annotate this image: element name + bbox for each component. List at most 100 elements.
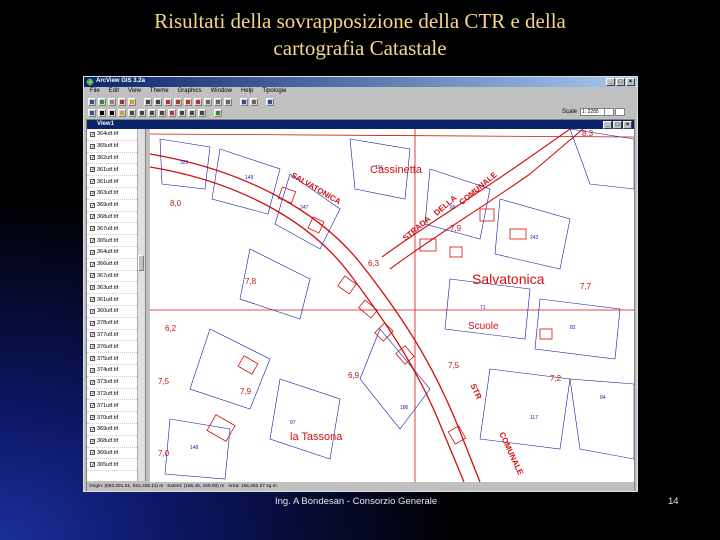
toc-theme-label: 371utf.tif <box>97 402 119 409</box>
pan-tool-icon[interactable] <box>148 109 156 117</box>
measure-tool-icon[interactable] <box>158 109 166 117</box>
toc-theme-label: 374utf.tif <box>97 367 119 374</box>
zoom-out-icon[interactable] <box>214 98 222 106</box>
query-builder-icon[interactable] <box>164 98 172 106</box>
zoom-active-themes-icon[interactable] <box>184 98 192 106</box>
theme-visibility-checkbox[interactable]: ✓ <box>90 214 95 220</box>
theme-visibility-checkbox[interactable]: ✓ <box>90 438 95 444</box>
map-display[interactable]: 329 149 247 191 89 243 71 82 186 97 148 … <box>150 129 634 482</box>
toc-theme-label: 378utf.tif <box>97 320 119 327</box>
clear-selection-icon[interactable] <box>250 98 258 106</box>
maximize-icon[interactable]: □ <box>616 78 625 86</box>
theme-visibility-checkbox[interactable]: ✓ <box>90 320 95 326</box>
view-titlebar[interactable]: View1 _ □ × <box>87 120 634 129</box>
svg-text:186: 186 <box>400 405 409 411</box>
theme-visibility-checkbox[interactable]: ✓ <box>90 297 95 303</box>
view-close-icon[interactable]: × <box>623 121 632 129</box>
view-window: View1 _ □ × ✓ 364utf.tif ✓ 365utf.tif ✓ 362ut… <box>86 119 635 491</box>
theme-visibility-checkbox[interactable]: ✓ <box>90 131 95 137</box>
help-icon[interactable] <box>266 98 274 106</box>
menu-edit[interactable]: Edit <box>109 87 119 96</box>
find-icon[interactable] <box>144 98 152 106</box>
theme-visibility-checkbox[interactable]: ✓ <box>90 379 95 385</box>
view-minimize-icon[interactable]: _ <box>603 121 612 129</box>
save-project-icon[interactable] <box>88 98 96 106</box>
menu-file[interactable]: File <box>90 87 100 96</box>
custom-tool-icon[interactable] <box>214 109 222 117</box>
height-7-9: 7,9 <box>240 387 252 396</box>
menu-bar: File Edit View Theme Graphics Window Hel… <box>84 87 637 96</box>
zoom-full-extent-icon[interactable] <box>174 98 182 106</box>
draw-tool-icon[interactable] <box>198 109 206 117</box>
theme-properties-icon[interactable] <box>108 98 116 106</box>
menu-help[interactable]: Help <box>241 87 253 96</box>
menu-view[interactable]: View <box>128 87 141 96</box>
theme-visibility-checkbox[interactable]: ✓ <box>90 202 95 208</box>
text-tool-icon[interactable] <box>188 109 196 117</box>
theme-visibility-checkbox[interactable]: ✓ <box>90 155 95 161</box>
theme-visibility-checkbox[interactable]: ✓ <box>90 426 95 432</box>
theme-visibility-checkbox[interactable]: ✓ <box>90 273 95 279</box>
theme-visibility-checkbox[interactable]: ✓ <box>90 143 95 149</box>
theme-visibility-checkbox[interactable]: ✓ <box>90 344 95 350</box>
theme-visibility-checkbox[interactable]: ✓ <box>90 226 95 232</box>
theme-visibility-checkbox[interactable]: ✓ <box>90 403 95 409</box>
window-titlebar[interactable]: ArcView GIS 3.2a _ □ × <box>84 77 637 87</box>
theme-visibility-checkbox[interactable]: ✓ <box>90 179 95 185</box>
theme-visibility-checkbox[interactable]: ✓ <box>90 367 95 373</box>
toc-theme-label: 368utf.tif <box>97 438 119 445</box>
theme-visibility-checkbox[interactable]: ✓ <box>90 261 95 267</box>
height-6-3: 6,3 <box>368 259 380 268</box>
toc-theme-label: 369utf.tif <box>97 426 119 433</box>
theme-visibility-checkbox[interactable]: ✓ <box>90 167 95 173</box>
theme-visibility-checkbox[interactable]: ✓ <box>90 462 95 468</box>
theme-visibility-checkbox[interactable]: ✓ <box>90 308 95 314</box>
identify-tool-icon[interactable] <box>88 109 96 117</box>
pointer-tool-icon[interactable] <box>98 109 106 117</box>
zoom-in-tool-icon[interactable] <box>128 109 136 117</box>
theme-visibility-checkbox[interactable]: ✓ <box>90 356 95 362</box>
menu-window[interactable]: Window <box>211 87 232 96</box>
theme-visibility-checkbox[interactable]: ✓ <box>90 190 95 196</box>
view-maximize-icon[interactable]: □ <box>613 121 622 129</box>
edit-legend-icon[interactable] <box>118 98 126 106</box>
menu-tipologie[interactable]: Tipologie <box>262 87 286 96</box>
theme-visibility-checkbox[interactable]: ✓ <box>90 238 95 244</box>
theme-visibility-checkbox[interactable]: ✓ <box>90 249 95 255</box>
theme-visibility-checkbox[interactable]: ✓ <box>90 415 95 421</box>
svg-text:84: 84 <box>600 395 606 401</box>
arcview-globe-icon <box>86 78 94 86</box>
label-tool-icon[interactable] <box>178 109 186 117</box>
locate-icon[interactable] <box>154 98 162 106</box>
menu-theme[interactable]: Theme <box>150 87 169 96</box>
map-canvas: 329 149 247 191 89 243 71 82 186 97 148 … <box>150 129 634 482</box>
open-table-icon[interactable] <box>128 98 136 106</box>
select-features-icon[interactable] <box>240 98 248 106</box>
zoom-previous-icon[interactable] <box>224 98 232 106</box>
vertex-edit-tool-icon[interactable] <box>108 109 116 117</box>
zoom-selected-icon[interactable] <box>194 98 202 106</box>
minimize-icon[interactable]: _ <box>606 78 615 86</box>
height-7-2: 7,2 <box>550 374 562 383</box>
toc-theme-label: 369utf.tif <box>97 202 119 209</box>
view-title: View1 <box>97 121 114 127</box>
zoom-out-tool-icon[interactable] <box>138 109 146 117</box>
zoom-in-icon[interactable] <box>204 98 212 106</box>
close-icon[interactable]: × <box>626 78 635 86</box>
toc-theme-label: 377utf.tif <box>97 331 119 338</box>
toc-theme-label: 361utf.tif <box>97 296 119 303</box>
theme-visibility-checkbox[interactable]: ✓ <box>90 285 95 291</box>
theme-visibility-checkbox[interactable]: ✓ <box>90 450 95 456</box>
theme-visibility-checkbox[interactable]: ✓ <box>90 332 95 338</box>
hotlink-tool-icon[interactable] <box>168 109 176 117</box>
toc-theme-label: 364utf.tif <box>97 249 119 256</box>
toc-scroll-thumb[interactable] <box>138 255 144 271</box>
add-theme-icon[interactable] <box>98 98 106 106</box>
menu-graphics[interactable]: Graphics <box>178 87 202 96</box>
theme-visibility-checkbox[interactable]: ✓ <box>90 391 95 397</box>
select-feature-tool-icon[interactable] <box>118 109 126 117</box>
toc-theme-label: 370utf.tif <box>97 414 119 421</box>
toc-scrollbar[interactable] <box>137 129 145 481</box>
slide-title-line2: cartografia Catastale <box>273 36 447 60</box>
secondary-road <box>381 129 584 270</box>
